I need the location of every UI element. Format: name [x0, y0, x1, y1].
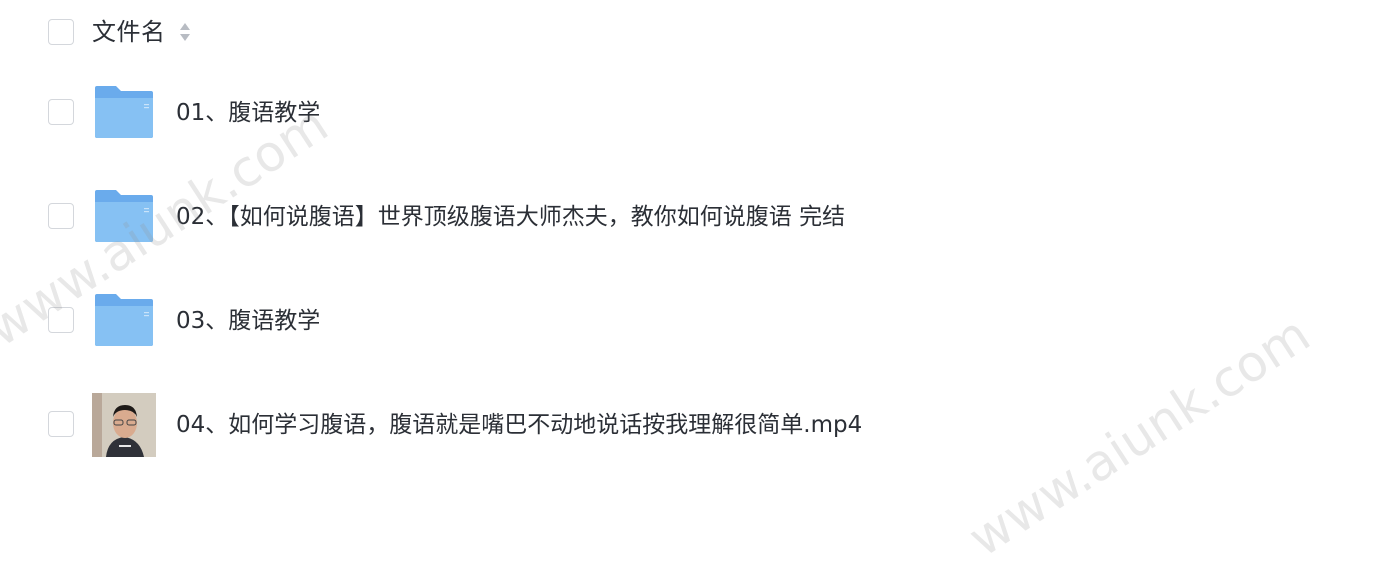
- row-checkbox[interactable]: [48, 99, 74, 125]
- file-name[interactable]: 02、【如何说腹语】世界顶级腹语大师杰夫，教你如何说腹语 完结: [176, 201, 845, 233]
- filename-column-header[interactable]: 文件名: [92, 16, 166, 48]
- video-thumbnail: [92, 393, 156, 457]
- select-all-checkbox[interactable]: [48, 19, 74, 45]
- file-row[interactable]: 04、如何学习腹语，腹语就是嘴巴不动地说话按我理解很简单.mp4: [0, 372, 1384, 476]
- folder-icon: [95, 190, 153, 242]
- row-checkbox[interactable]: [48, 411, 74, 437]
- file-name[interactable]: 04、如何学习腹语，腹语就是嘴巴不动地说话按我理解很简单.mp4: [176, 409, 862, 441]
- file-row[interactable]: 03、腹语教学: [0, 268, 1384, 372]
- file-row[interactable]: 02、【如何说腹语】世界顶级腹语大师杰夫，教你如何说腹语 完结: [0, 164, 1384, 268]
- file-row[interactable]: 01、腹语教学: [0, 60, 1384, 164]
- row-checkbox[interactable]: [48, 203, 74, 229]
- file-name[interactable]: 01、腹语教学: [176, 97, 320, 129]
- file-list-header: 文件名: [0, 0, 1384, 64]
- sort-icon[interactable]: [178, 21, 192, 43]
- folder-icon: [95, 86, 153, 138]
- folder-icon: [95, 294, 153, 346]
- file-name[interactable]: 03、腹语教学: [176, 305, 320, 337]
- row-checkbox[interactable]: [48, 307, 74, 333]
